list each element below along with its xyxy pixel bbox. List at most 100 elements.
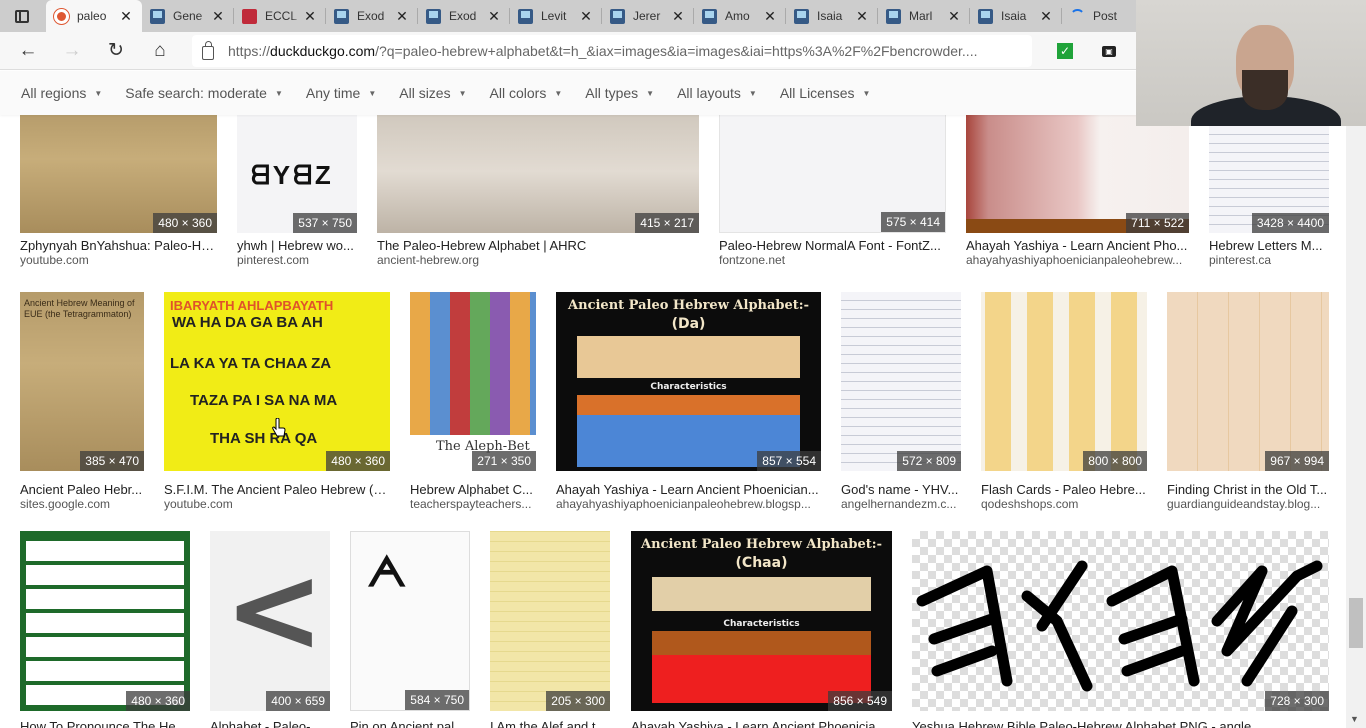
lock-icon[interactable]: [202, 41, 214, 60]
close-icon[interactable]: ✕: [762, 8, 778, 25]
page-scrollbar[interactable]: ▼: [1346, 71, 1366, 728]
result-thumbnail[interactable]: Ancient Paleo Hebrew Alphabet:- (Da) Cha…: [556, 292, 821, 471]
tab-exod[interactable]: Exod ✕: [326, 0, 418, 32]
result-source[interactable]: youtube.com: [164, 497, 390, 511]
filter-safe-search[interactable]: Safe search: moderate ▼: [125, 85, 283, 101]
tab-jerer[interactable]: Jerer ✕: [602, 0, 694, 32]
close-icon[interactable]: ✕: [1038, 8, 1054, 25]
result-thumbnail[interactable]: Ancient Hebrew Meaning of EUE (the Tetra…: [20, 292, 144, 471]
home-button[interactable]: ⌂: [138, 32, 182, 70]
close-icon[interactable]: ✕: [578, 8, 594, 25]
result-source[interactable]: ahayahyashiyaphoenicianpaleohebrew.blogs…: [556, 497, 821, 511]
result-title[interactable]: Ancient Paleo Hebr...: [20, 482, 144, 497]
tab-levit[interactable]: Levit ✕: [510, 0, 602, 32]
result-source[interactable]: ahayahyashiyaphoenicianpaleohebrew...: [966, 253, 1189, 267]
result-thumbnail[interactable]: 711 × 522: [966, 115, 1189, 233]
close-icon[interactable]: ✕: [302, 8, 318, 25]
close-icon[interactable]: ✕: [854, 8, 870, 25]
result-source[interactable]: angelhernandezm.c...: [841, 497, 961, 511]
result-title[interactable]: Alphabet - Paleo-H...: [210, 719, 330, 728]
result-source[interactable]: guardianguideandstay.blog...: [1167, 497, 1329, 511]
filter-label: All sizes: [399, 85, 451, 101]
book-icon: [426, 8, 441, 24]
result-title[interactable]: Hebrew Alphabet C...: [410, 482, 536, 497]
result-thumbnail[interactable]: 572 × 809: [841, 292, 961, 471]
filter-licenses[interactable]: All Licenses ▼: [780, 85, 871, 101]
tab-marl[interactable]: Marl ✕: [878, 0, 970, 32]
result-title[interactable]: Ahayah Yashiya - Learn Ancient Pho...: [966, 238, 1189, 253]
result-title[interactable]: Zphynyah BnYahshua: Paleo-He...: [20, 238, 217, 253]
address-bar[interactable]: https://duckduckgo.com/?q=paleo-hebrew+a…: [192, 35, 1216, 67]
scrollbar-thumb[interactable]: [1349, 598, 1363, 648]
result-thumbnail[interactable]: < 400 × 659: [210, 531, 330, 711]
reload-button[interactable]: ↻: [94, 32, 138, 70]
result-title[interactable]: I Am the Alef and t...: [490, 719, 610, 728]
forward-button[interactable]: →: [50, 32, 94, 70]
scroll-down-arrow[interactable]: ▼: [1350, 714, 1359, 724]
close-icon[interactable]: ✕: [946, 8, 962, 25]
result-thumbnail[interactable]: ᗺYᗺZ 537 × 750: [237, 115, 357, 233]
result-title[interactable]: Ahayah Yashiya - Learn Ancient Phoenicia…: [556, 482, 821, 497]
result-thumbnail[interactable]: The Aleph-Bet 271 × 350: [410, 292, 536, 471]
book-icon: [518, 8, 533, 24]
result-thumbnail[interactable]: 800 × 800: [981, 292, 1147, 471]
close-icon[interactable]: ✕: [670, 8, 686, 25]
result-title[interactable]: Paleo-Hebrew NormalA Font - FontZ...: [719, 238, 946, 253]
result-thumbnail[interactable]: 480 × 360: [20, 531, 190, 711]
result-thumbnail[interactable]: 3428 × 4400: [1209, 115, 1329, 233]
result-title[interactable]: Finding Christ in the Old T...: [1167, 482, 1329, 497]
tab-paleo[interactable]: paleo ✕: [46, 0, 142, 32]
result-thumbnail[interactable]: 728 × 300: [912, 531, 1329, 711]
result-title[interactable]: yhwh | Hebrew wo...: [237, 238, 357, 253]
result-title[interactable]: How To Pronounce The He...: [20, 719, 190, 728]
close-icon[interactable]: ✕: [118, 8, 134, 25]
result-title[interactable]: The Paleo-Hebrew Alphabet | AHRC: [377, 238, 699, 253]
result-source[interactable]: youtube.com: [20, 253, 217, 267]
extension-icon[interactable]: ▣: [1102, 46, 1116, 57]
result-title[interactable]: Flash Cards - Paleo Hebre...: [981, 482, 1147, 497]
book-icon: [702, 8, 717, 24]
tab-label: Exod: [357, 9, 385, 23]
filter-sizes[interactable]: All sizes ▼: [399, 85, 466, 101]
result-thumbnail[interactable]: ᗅ 584 × 750: [350, 531, 470, 711]
back-button[interactable]: ←: [6, 32, 50, 70]
tab-actions-button[interactable]: [0, 0, 44, 32]
result-thumbnail[interactable]: 415 × 217: [377, 115, 699, 233]
result-title[interactable]: God's name - YHV...: [841, 482, 961, 497]
filter-regions[interactable]: All regions ▼: [21, 85, 102, 101]
result-source[interactable]: pinterest.com: [237, 253, 357, 267]
tab-isaia[interactable]: Isaia ✕: [786, 0, 878, 32]
slide-title: Ancient Paleo Hebrew Alphabet:-: [568, 298, 809, 313]
result-title[interactable]: Yeshua Hebrew Bible Paleo-Hebrew Alphabe…: [912, 719, 1329, 728]
filter-layouts[interactable]: All layouts ▼: [677, 85, 757, 101]
result-source[interactable]: sites.google.com: [20, 497, 144, 511]
result-title[interactable]: Pin on Ancient pal...: [350, 719, 470, 728]
close-icon[interactable]: ✕: [394, 8, 410, 25]
result-source[interactable]: pinterest.ca: [1209, 253, 1329, 267]
result-source[interactable]: ancient-hebrew.org: [377, 253, 699, 267]
image-dimensions: 800 × 800: [1083, 451, 1147, 471]
result-thumbnail[interactable]: 967 × 994: [1167, 292, 1329, 471]
tab-gene[interactable]: Gene ✕: [142, 0, 234, 32]
result-thumbnail[interactable]: 575 × 414: [719, 115, 946, 233]
result-title[interactable]: S.F.I.M. The Ancient Paleo Hebrew (T...: [164, 482, 390, 497]
tab-amo[interactable]: Amo ✕: [694, 0, 786, 32]
result-title[interactable]: Ahayah Yashiya - Learn Ancient Phoenicia…: [631, 719, 892, 728]
filter-time[interactable]: Any time ▼: [306, 85, 376, 101]
result-source[interactable]: teacherspayteachers...: [410, 497, 536, 511]
filter-colors[interactable]: All colors ▼: [490, 85, 563, 101]
result-source[interactable]: fontzone.net: [719, 253, 946, 267]
tab-isaia-2[interactable]: Isaia ✕: [970, 0, 1062, 32]
extension-check-icon[interactable]: ✓: [1057, 43, 1073, 59]
result-title[interactable]: Hebrew Letters M...: [1209, 238, 1329, 253]
result-thumbnail[interactable]: 205 × 300: [490, 531, 610, 711]
result-source[interactable]: qodeshshops.com: [981, 497, 1147, 511]
tab-eccl[interactable]: ECCL ✕: [234, 0, 326, 32]
result-thumbnail[interactable]: IBARYATH AHLAPBAYATH WA HA DA GA BA AH L…: [164, 292, 390, 471]
filter-types[interactable]: All types ▼: [585, 85, 654, 101]
tab-exod-2[interactable]: Exod ✕: [418, 0, 510, 32]
close-icon[interactable]: ✕: [210, 8, 226, 25]
result-thumbnail[interactable]: Ancient Paleo Hebrew Alphabet:- (Chaa) C…: [631, 531, 892, 711]
result-thumbnail[interactable]: 480 × 360: [20, 115, 217, 233]
close-icon[interactable]: ✕: [486, 8, 502, 25]
